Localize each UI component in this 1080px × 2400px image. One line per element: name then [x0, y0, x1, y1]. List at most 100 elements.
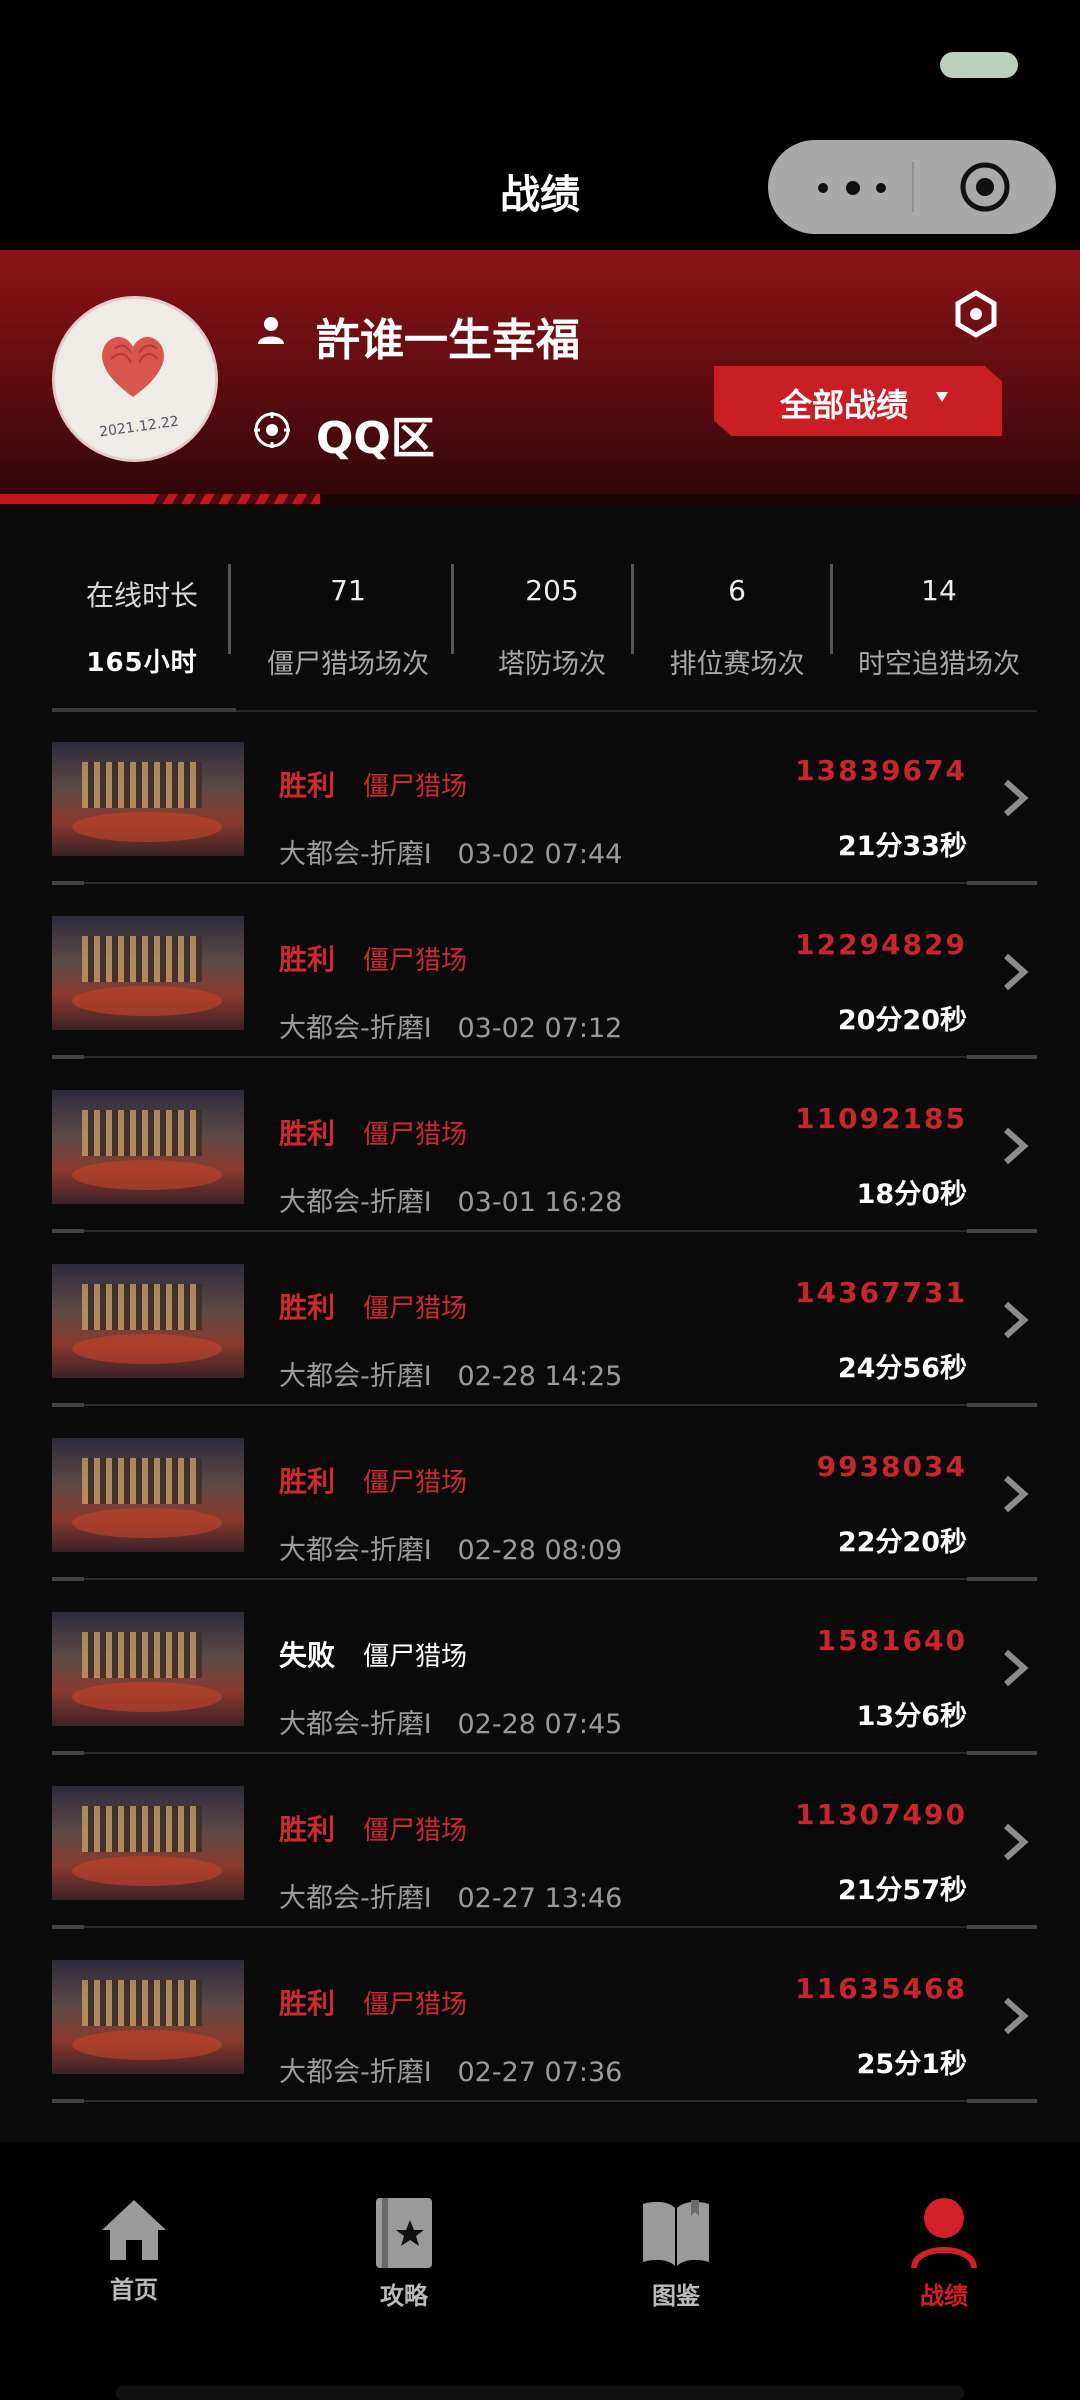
match-row[interactable]: 胜利 僵尸猎场 大都会-折磨I 02-27 13:46 11307490 21分… [52, 1782, 1037, 1956]
match-duration: 20分20秒 [837, 1005, 967, 1036]
match-time: 03-01 16:28 [457, 1187, 623, 1218]
row-divider [52, 1229, 1037, 1233]
match-row[interactable]: 胜利 僵尸猎场 大都会-折磨I 02-27 07:36 11635468 25分… [52, 1956, 1037, 2130]
match-map: 大都会-折磨I [279, 1709, 432, 1740]
navigation-bar: 战绩 [0, 140, 1080, 250]
map-thumbnail [52, 916, 244, 1030]
chevron-right-icon [1004, 1475, 1029, 1513]
match-map-time: 大都会-折磨I 03-02 07:44 [279, 832, 622, 871]
profile-icon [911, 2198, 977, 2269]
stats-divider-accent [52, 708, 236, 712]
chevron-right-icon [1004, 1997, 1029, 2035]
match-duration: 21分33秒 [837, 831, 967, 862]
match-map: 大都会-折磨I [279, 1535, 432, 1566]
match-duration: 13分6秒 [856, 1701, 967, 1732]
match-row[interactable]: 失败 僵尸猎场 大都会-折磨I 02-28 07:45 1581640 13分6… [52, 1608, 1037, 1782]
stat-value: 14 [921, 574, 957, 607]
map-thumbnail [52, 742, 244, 856]
match-mode: 僵尸猎场 [363, 1642, 468, 1672]
match-duration: 18分0秒 [856, 1179, 967, 1210]
match-map-time: 大都会-折磨I 02-28 14:25 [279, 1354, 622, 1393]
match-score: 12294829 [795, 928, 967, 961]
open-book-icon [643, 2200, 709, 2266]
match-time: 03-02 07:44 [457, 839, 623, 870]
match-time: 02-28 08:09 [457, 1535, 623, 1566]
tab-home[interactable]: 首页 [44, 2196, 224, 2305]
settings-icon[interactable] [952, 290, 1000, 338]
chevron-right-icon [1004, 1301, 1029, 1339]
stat-tower-defense: 205 塔防场次 [462, 560, 642, 690]
zone-name: QQ区 [316, 413, 435, 464]
match-map-time: 大都会-折磨I 02-28 08:09 [279, 1528, 622, 1567]
match-result: 失败 [279, 1639, 336, 1672]
filter-all-records-button[interactable]: 全部战绩 [714, 366, 1002, 436]
map-thumbnail [52, 1960, 244, 2074]
match-result: 胜利 [279, 1291, 336, 1324]
row-divider [52, 881, 1037, 885]
match-score: 11635468 [795, 1972, 967, 2005]
match-result: 胜利 [279, 769, 336, 802]
tab-guide[interactable]: 攻略 [314, 2196, 494, 2311]
tab-encyclopedia[interactable]: 图鉴 [586, 2196, 766, 2311]
map-thumbnail [52, 1612, 244, 1726]
close-mini-program-button[interactable] [958, 160, 1012, 214]
home-indicator [116, 2386, 964, 2400]
match-time: 02-27 07:36 [457, 2057, 623, 2088]
match-result: 胜利 [279, 1465, 336, 1498]
match-mode: 僵尸猎场 [363, 772, 468, 802]
match-row[interactable]: 胜利 僵尸猎场 大都会-折磨I 03-02 07:44 13839674 21分… [52, 738, 1037, 912]
stat-zombie-hunt: 71 僵尸猎场场次 [256, 560, 440, 690]
match-mode: 僵尸猎场 [363, 1990, 468, 2020]
avatar[interactable]: 2021.12.22 [52, 296, 218, 462]
match-map: 大都会-折磨I [279, 1013, 432, 1044]
tab-records[interactable]: 战绩 [854, 2196, 1034, 2311]
chevron-right-icon [1004, 953, 1029, 991]
stat-label: 塔防场次 [498, 649, 606, 680]
match-score: 9938034 [816, 1450, 967, 1483]
match-result: 胜利 [279, 1813, 336, 1846]
tab-label: 图鉴 [652, 2282, 700, 2310]
match-mode: 僵尸猎场 [363, 1816, 468, 1846]
match-mode: 僵尸猎场 [363, 1468, 468, 1498]
stat-label: 僵尸猎场场次 [267, 649, 429, 680]
stat-label: 时空追猎场次 [858, 649, 1020, 680]
mini-program-capsule [768, 140, 1056, 234]
match-row[interactable]: 胜利 僵尸猎场 大都会-折磨I 02-28 14:25 14367731 24分… [52, 1260, 1037, 1434]
profile-header: 2021.12.22 許谁一生幸福 QQ区 全部战绩 [0, 250, 1080, 508]
stat-divider [631, 564, 634, 654]
user-icon [258, 317, 284, 344]
match-map: 大都会-折磨I [279, 1883, 432, 1914]
more-dot-icon [818, 183, 828, 193]
caret-down-icon [936, 392, 948, 402]
avatar-note: 2021.12.22 [98, 413, 180, 441]
stat-divider [228, 564, 231, 654]
header-accent-stripes [150, 494, 320, 504]
home-icon [102, 2200, 166, 2260]
row-divider [52, 1925, 1037, 1929]
match-map: 大都会-折磨I [279, 2057, 432, 2088]
stat-ranked: 6 排位赛场次 [652, 560, 822, 690]
match-score: 11307490 [795, 1798, 967, 1831]
match-row[interactable]: 胜利 僵尸猎场 大都会-折磨I 03-02 07:12 12294829 20分… [52, 912, 1037, 1086]
match-map-time: 大都会-折磨I 03-02 07:12 [279, 1006, 622, 1045]
zone-icon [254, 412, 290, 448]
guide-book-icon [376, 2198, 432, 2268]
capsule-divider [912, 162, 914, 212]
match-row[interactable]: 胜利 僵尸猎场 大都会-折磨I 02-28 08:09 9938034 22分2… [52, 1434, 1037, 1608]
match-duration: 21分57秒 [837, 1875, 967, 1906]
stat-value: 205 [525, 574, 579, 607]
row-divider [52, 2099, 1037, 2103]
tab-label: 战绩 [920, 2282, 968, 2310]
username: 許谁一生幸福 [316, 315, 580, 366]
match-mode: 僵尸猎场 [363, 1294, 468, 1324]
row-divider [52, 1577, 1037, 1581]
match-map-time: 大都会-折磨I 03-01 16:28 [279, 1180, 622, 1219]
more-menu-button[interactable] [810, 168, 910, 208]
match-score: 14367731 [795, 1276, 967, 1309]
more-dot-icon [846, 181, 860, 195]
match-map-time: 大都会-折磨I 02-27 07:36 [279, 2050, 622, 2089]
match-mode: 僵尸猎场 [363, 946, 468, 976]
match-row[interactable]: 胜利 僵尸猎场 大都会-折磨I 03-01 16:28 11092185 18分… [52, 1086, 1037, 1260]
stat-label: 在线时长 [85, 579, 198, 612]
map-thumbnail [52, 1786, 244, 1900]
